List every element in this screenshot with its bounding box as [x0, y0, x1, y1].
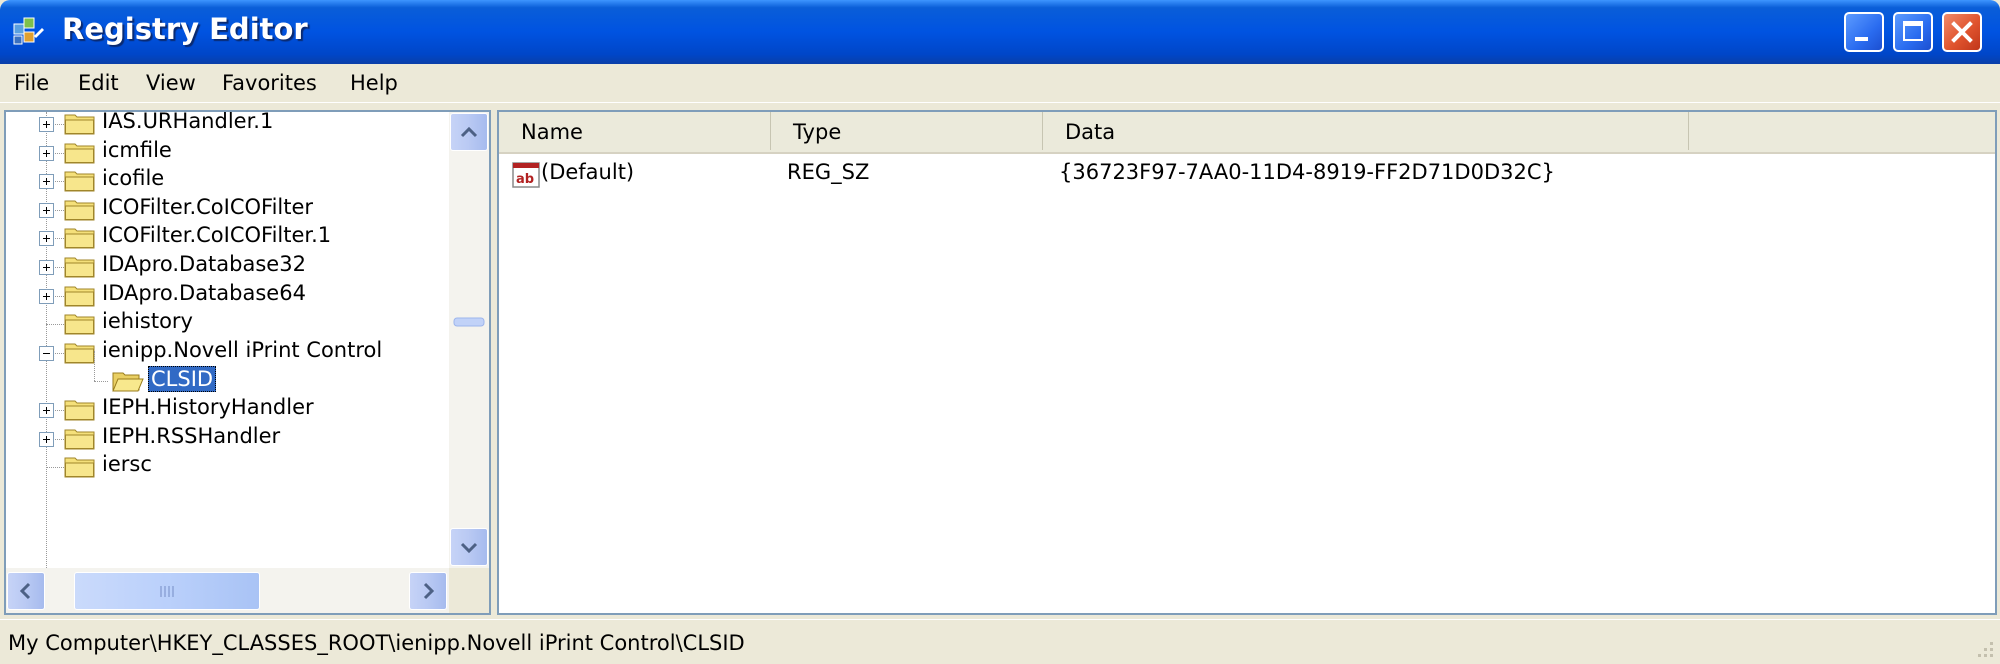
collapse-minus-icon[interactable]	[39, 345, 54, 361]
menu-file[interactable]: File	[10, 69, 53, 97]
column-data-header[interactable]: Data	[1043, 112, 1689, 150]
expand-plus-icon[interactable]	[39, 260, 54, 275]
menu-favorites[interactable]: Favorites	[218, 69, 321, 97]
tree-item-label: IDApro.Database32	[102, 252, 306, 276]
column-name-header[interactable]: Name	[499, 112, 771, 150]
expand-plus-icon[interactable]	[39, 202, 54, 218]
menu-help[interactable]: Help	[346, 69, 402, 97]
tree-item-label: ICOFilter.CoICOFilter	[102, 194, 314, 219]
folder-icon	[64, 429, 95, 450]
tree-guide-line	[94, 351, 95, 382]
minimize-button[interactable]	[1844, 12, 1884, 52]
tree-item-label: icofile	[102, 166, 165, 191]
expand-plus-icon[interactable]	[39, 231, 54, 247]
folder-icon	[64, 143, 95, 164]
tree-item[interactable]: iersc	[6, 449, 446, 485]
tree-connector	[94, 381, 108, 383]
value-row[interactable]: ab (Default) REG_SZ {36723F97-7AA0-11D4-…	[499, 156, 1995, 192]
scroll-thumb-v[interactable]	[450, 312, 488, 332]
scroll-thumb-h[interactable]	[74, 572, 260, 610]
expand-plus-icon[interactable]	[39, 117, 54, 132]
folder-icon	[64, 343, 95, 364]
tree-item-label: CLSID	[148, 366, 217, 393]
value-name: (Default)	[541, 160, 635, 184]
status-path: My Computer\HKEY_CLASSES_ROOT\ienipp.Nov…	[8, 631, 745, 655]
registry-editor-window: Registry Editor File Edit View Favorites…	[0, 0, 2000, 664]
close-icon	[1951, 21, 1973, 43]
expand-plus-icon[interactable]	[39, 431, 54, 447]
grip-lines-icon	[160, 586, 174, 597]
folder-icon	[64, 228, 95, 249]
scroll-left-button[interactable]	[7, 572, 45, 610]
maximize-button[interactable]	[1893, 12, 1933, 52]
folder-icon	[64, 257, 95, 278]
expand-plus-icon[interactable]	[39, 174, 54, 190]
folder-icon	[64, 114, 95, 135]
tree-vertical-scrollbar[interactable]	[449, 112, 489, 568]
open-folder-icon	[112, 372, 144, 392]
tree-horizontal-scrollbar[interactable]	[6, 568, 449, 613]
string-value-icon: ab	[512, 162, 540, 188]
expand-plus-icon[interactable]	[39, 403, 54, 418]
minimize-icon	[1855, 37, 1868, 41]
value-type: REG_SZ	[787, 160, 870, 184]
window-title: Registry Editor	[62, 12, 308, 46]
tree-item-label: IDApro.Database64	[102, 280, 306, 305]
folder-icon	[64, 286, 95, 307]
scroll-right-button[interactable]	[409, 572, 447, 610]
folder-icon	[64, 400, 95, 421]
tree-item-label: IAS.URHandler.1	[102, 110, 274, 133]
column-type-header[interactable]: Type	[771, 112, 1043, 150]
key-tree-pane[interactable]: IAS.URHandler.1 icmfile icofile ICOFilter.C…	[4, 110, 491, 615]
scroll-down-button[interactable]	[450, 528, 488, 566]
folder-icon	[64, 200, 95, 221]
menu-bar: File Edit View Favorites Help	[0, 64, 2000, 103]
resize-grip-icon[interactable]	[1970, 634, 1996, 660]
registry-editor-icon	[13, 17, 44, 45]
close-button[interactable]	[1942, 12, 1982, 52]
folder-icon	[64, 171, 95, 192]
scroll-up-button[interactable]	[450, 113, 488, 151]
chevron-right-icon	[423, 582, 435, 600]
chevron-down-icon	[460, 542, 478, 554]
menu-view[interactable]: View	[142, 69, 200, 97]
title-bar[interactable]: Registry Editor	[0, 0, 2000, 64]
tree-item-label: ICOFilter.CoICOFilter.1	[102, 223, 332, 248]
tree-item-label: ienipp.Novell iPrint Control	[102, 337, 383, 362]
folder-icon	[64, 314, 95, 335]
tree-item-label: IEPH.HistoryHandler	[102, 395, 314, 419]
maximize-icon	[1903, 21, 1923, 41]
svg-text:ab: ab	[516, 172, 534, 187]
tree-item-label: IEPH.RSSHandler	[102, 423, 281, 448]
tree-connector	[46, 467, 64, 469]
menu-edit[interactable]: Edit	[74, 69, 123, 97]
values-list-pane[interactable]: Name Type Data ab (Default) REG_SZ {3672…	[497, 110, 1997, 615]
value-data: {36723F97-7AA0-11D4-8919-FF2D71D0D32C}	[1059, 160, 1555, 184]
scrollbar-corner	[449, 568, 489, 613]
tree-item-label: icmfile	[102, 137, 172, 162]
status-bar: My Computer\HKEY_CLASSES_ROOT\ienipp.Nov…	[0, 619, 2000, 664]
tree-item-label: iersc	[102, 452, 152, 477]
tree-connector	[46, 324, 64, 326]
tree-item-label: iehistory	[102, 309, 193, 334]
column-header: Name Type Data	[499, 112, 1995, 154]
chevron-up-icon	[460, 126, 478, 138]
expand-plus-icon[interactable]	[39, 145, 54, 161]
expand-plus-icon[interactable]	[39, 288, 54, 304]
folder-icon	[64, 457, 95, 478]
chevron-left-icon	[19, 582, 31, 600]
